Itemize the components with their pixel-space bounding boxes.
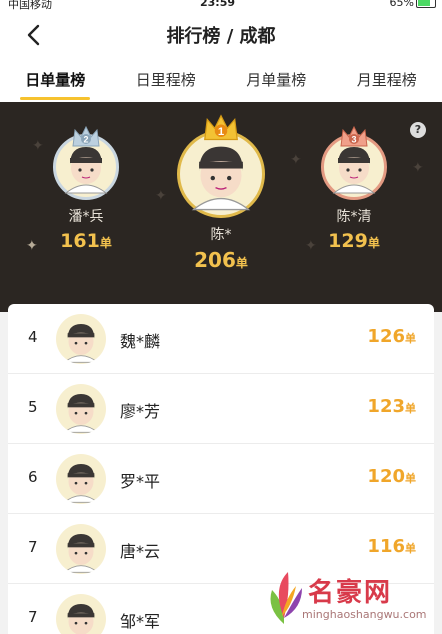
- driver-avatar-icon: [63, 464, 99, 503]
- battery-icon: [416, 0, 436, 8]
- driver-name: 陈*清: [336, 209, 372, 225]
- driver-name: 陈*: [210, 227, 232, 243]
- order-count: 161单: [46, 230, 126, 252]
- podium-first[interactable]: 1 陈* 206单: [174, 114, 268, 272]
- tab-monthly-mileage[interactable]: 月里程榜: [332, 60, 442, 102]
- order-count-unit: 单: [99, 236, 112, 250]
- svg-text:3: 3: [351, 135, 356, 145]
- order-count-unit: 单: [405, 542, 416, 555]
- rank-number: 6: [28, 468, 38, 486]
- driver-avatar-icon: [67, 604, 95, 634]
- watermark: 名豪网 minghaoshangwu.com: [262, 564, 434, 634]
- sparkle-icon: ✦: [32, 138, 44, 154]
- order-count: 123单: [367, 396, 416, 417]
- avatar: [56, 314, 106, 364]
- driver-name: 潘*兵: [68, 209, 104, 225]
- top-three-podium: ✦ ✦ ✦ ✦ ✦ ✦ ? 2 潘*兵 161单 1 陈* 206单 3 陈*清…: [0, 102, 442, 312]
- order-count: 206单: [174, 248, 268, 272]
- avatar: [177, 130, 265, 218]
- driver-avatar-icon: [63, 534, 99, 573]
- watermark-brand: 名豪网: [308, 578, 393, 608]
- tab-daily-orders[interactable]: 日单量榜: [0, 60, 111, 102]
- driver-name: 罗*平: [120, 472, 161, 491]
- order-count: 126单: [367, 326, 416, 347]
- driver-name: 唐*云: [120, 542, 161, 561]
- order-count-value: 126: [367, 326, 405, 347]
- order-count-value: 120: [367, 466, 405, 487]
- order-count-value: 206: [194, 248, 236, 272]
- driver-avatar-icon: [191, 146, 251, 211]
- order-count-unit: 单: [405, 332, 416, 345]
- svg-text:2: 2: [83, 135, 88, 145]
- battery-percent: 65%: [389, 0, 414, 9]
- order-count-unit: 单: [405, 402, 416, 415]
- list-item[interactable]: 6 罗*平 120单: [8, 444, 434, 514]
- silver-crown-icon: 2: [72, 125, 100, 147]
- order-count-unit: 单: [235, 256, 248, 270]
- order-count-value: 123: [367, 396, 405, 417]
- watermark-site: minghaoshangwu.com: [302, 608, 427, 621]
- order-count: 129单: [314, 230, 394, 252]
- avatar: [56, 594, 106, 634]
- gold-crown-icon: 1: [204, 114, 238, 141]
- svg-text:1: 1: [218, 126, 224, 138]
- carrier-label: 中国移动: [8, 0, 52, 11]
- avatar: [56, 524, 106, 574]
- rank-number: 4: [28, 328, 38, 346]
- rank-number: 7: [28, 538, 38, 556]
- order-count-unit: 单: [405, 472, 416, 485]
- sparkle-icon: ✦: [412, 160, 424, 176]
- driver-name: 魏*麟: [120, 332, 161, 351]
- watermark-logo-icon: [270, 572, 302, 624]
- list-item[interactable]: 5 廖*芳 123单: [8, 374, 434, 444]
- order-count: 120单: [367, 466, 416, 487]
- driver-avatar-icon: [63, 394, 99, 433]
- order-count-unit: 单: [367, 236, 380, 250]
- status-bar: 中国移动 23:59 65%: [0, 0, 442, 12]
- order-count: 116单: [367, 536, 416, 557]
- list-item[interactable]: 4 魏*麟 126单: [8, 304, 434, 374]
- sparkle-icon: ✦: [26, 238, 38, 254]
- driver-name: 邹*军: [120, 612, 161, 631]
- tab-monthly-orders[interactable]: 月单量榜: [221, 60, 332, 102]
- avatar: [56, 454, 106, 504]
- order-count-value: 129: [328, 230, 368, 252]
- sparkle-icon: ✦: [155, 188, 167, 204]
- avatar: [56, 384, 106, 434]
- tab-daily-mileage[interactable]: 日里程榜: [111, 60, 222, 102]
- clock: 23:59: [200, 0, 236, 9]
- podium-third[interactable]: 3 陈*清 129单: [314, 125, 394, 252]
- sparkle-icon: ✦: [290, 152, 302, 168]
- order-count-value: 116: [367, 536, 405, 557]
- bronze-crown-icon: 3: [340, 125, 368, 147]
- help-button[interactable]: ?: [410, 122, 426, 138]
- podium-second[interactable]: 2 潘*兵 161单: [46, 125, 126, 252]
- nav-bar: 排行榜 / 成都: [0, 12, 442, 60]
- rank-number: 7: [28, 608, 38, 626]
- driver-name: 廖*芳: [120, 402, 161, 421]
- rank-number: 5: [28, 398, 38, 416]
- driver-avatar-icon: [63, 324, 99, 363]
- page-title: 排行榜 / 成都: [166, 26, 276, 47]
- order-count-value: 161: [60, 230, 100, 252]
- tab-bar: 日单量榜 日里程榜 月单量榜 月里程榜: [0, 60, 442, 102]
